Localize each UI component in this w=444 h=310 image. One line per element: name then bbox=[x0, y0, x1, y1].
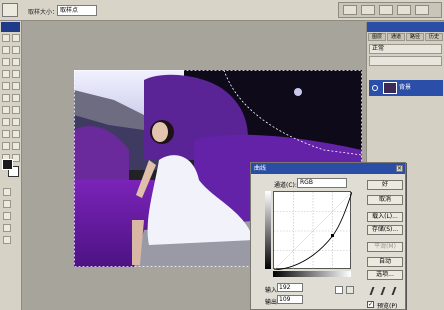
tab-paths[interactable]: 路径 bbox=[406, 33, 424, 41]
toolbox-header bbox=[1, 22, 20, 32]
history-brush-tool-icon[interactable] bbox=[12, 82, 20, 90]
curve-mode-icon[interactable] bbox=[335, 286, 343, 294]
layer-name: 背景 bbox=[399, 84, 412, 91]
palette-layer-comps-icon[interactable] bbox=[379, 5, 393, 15]
input-gradient-bar bbox=[273, 271, 351, 277]
load-button[interactable]: 载入(L)... bbox=[367, 212, 403, 222]
blend-mode-select[interactable]: 正常 bbox=[369, 44, 442, 54]
black-eyedropper-icon[interactable] bbox=[369, 287, 379, 295]
input-field[interactable]: 192 bbox=[277, 283, 303, 292]
palette-tool-presets-icon[interactable] bbox=[361, 5, 375, 15]
lock-row bbox=[369, 56, 442, 66]
save-button[interactable]: 存储(S)... bbox=[367, 225, 403, 235]
gray-eyedropper-icon[interactable] bbox=[380, 287, 390, 295]
stamp-tool-icon[interactable] bbox=[2, 82, 10, 90]
curves-dialog-title: 曲线 bbox=[251, 163, 405, 174]
pencil-mode-icon[interactable] bbox=[346, 286, 354, 294]
layers-panel-tabs: 图层 通道 路径 历史 bbox=[367, 32, 444, 42]
brush-tool-icon[interactable] bbox=[12, 70, 20, 78]
visibility-eye-icon[interactable] bbox=[372, 85, 378, 91]
shape-tool-icon[interactable] bbox=[12, 130, 20, 138]
close-icon[interactable]: × bbox=[396, 165, 403, 172]
color-swatches bbox=[2, 159, 20, 181]
options-bar: 取样大小： 取样点 bbox=[0, 0, 444, 21]
channel-select[interactable]: RGB bbox=[297, 178, 347, 188]
palette-history-icon[interactable] bbox=[397, 5, 411, 15]
sample-size-select[interactable]: 取样点 bbox=[57, 5, 97, 16]
eyedropper-tool-icon[interactable] bbox=[2, 3, 18, 17]
quick-mask-icon[interactable] bbox=[3, 200, 11, 208]
channel-label: 通道(C): bbox=[274, 182, 297, 189]
standard-mode-icon[interactable] bbox=[3, 188, 11, 196]
preview-label: 预览(P) bbox=[377, 303, 398, 310]
layers-panel-titlebar bbox=[367, 22, 444, 32]
output-field[interactable]: 109 bbox=[277, 295, 303, 304]
cancel-button[interactable]: 取消 bbox=[367, 195, 403, 205]
output-gradient-bar bbox=[265, 191, 271, 269]
sample-size-label: 取样大小： bbox=[28, 9, 59, 16]
path-select-tool-icon[interactable] bbox=[2, 118, 10, 126]
gradient-tool-icon[interactable] bbox=[12, 94, 20, 102]
magic-wand-tool-icon[interactable] bbox=[12, 46, 20, 54]
crop-tool-icon[interactable] bbox=[2, 58, 10, 66]
toolbox bbox=[0, 21, 22, 310]
curves-dialog: 曲线 × 通道(C): RGB 输入： 192 输出： 109 好 取消 载入(… bbox=[250, 162, 406, 310]
marquee-tool-icon[interactable] bbox=[2, 34, 10, 42]
smooth-button[interactable]: 平滑(M) bbox=[367, 242, 403, 252]
move-tool-icon[interactable] bbox=[12, 34, 20, 42]
palette-actions-icon[interactable] bbox=[415, 5, 429, 15]
eraser-tool-icon[interactable] bbox=[2, 94, 10, 102]
layer-row-background[interactable]: 背景 bbox=[369, 80, 443, 96]
tab-history[interactable]: 历史 bbox=[425, 33, 443, 41]
preview-checkbox[interactable]: ✓ bbox=[367, 301, 374, 308]
curve-graph[interactable] bbox=[273, 191, 353, 271]
pen-tool-icon[interactable] bbox=[2, 130, 10, 138]
eyedropper-icon[interactable] bbox=[12, 142, 20, 150]
healing-brush-tool-icon[interactable] bbox=[2, 70, 10, 78]
slice-tool-icon[interactable] bbox=[12, 58, 20, 66]
tab-layers[interactable]: 图层 bbox=[368, 33, 386, 41]
palette-brushes-icon[interactable] bbox=[343, 5, 357, 15]
options-button[interactable]: 选项... bbox=[367, 270, 403, 280]
white-eyedropper-icon[interactable] bbox=[391, 287, 401, 295]
lasso-tool-icon[interactable] bbox=[2, 46, 10, 54]
foreground-color-swatch[interactable] bbox=[2, 159, 13, 170]
tab-channels[interactable]: 通道 bbox=[387, 33, 405, 41]
fullscreen-mode-icon[interactable] bbox=[3, 224, 11, 232]
blur-tool-icon[interactable] bbox=[2, 106, 10, 114]
palette-well bbox=[338, 2, 442, 18]
curve-control-point[interactable] bbox=[331, 234, 334, 237]
type-tool-icon[interactable] bbox=[12, 118, 20, 126]
dodge-tool-icon[interactable] bbox=[12, 106, 20, 114]
ok-button[interactable]: 好 bbox=[367, 180, 403, 190]
screen-mode-icon[interactable] bbox=[3, 212, 11, 220]
imageready-jump-icon[interactable] bbox=[3, 236, 11, 244]
notes-tool-icon[interactable] bbox=[2, 142, 10, 150]
layer-thumbnail bbox=[383, 82, 397, 94]
auto-button[interactable]: 自动 bbox=[367, 257, 403, 267]
